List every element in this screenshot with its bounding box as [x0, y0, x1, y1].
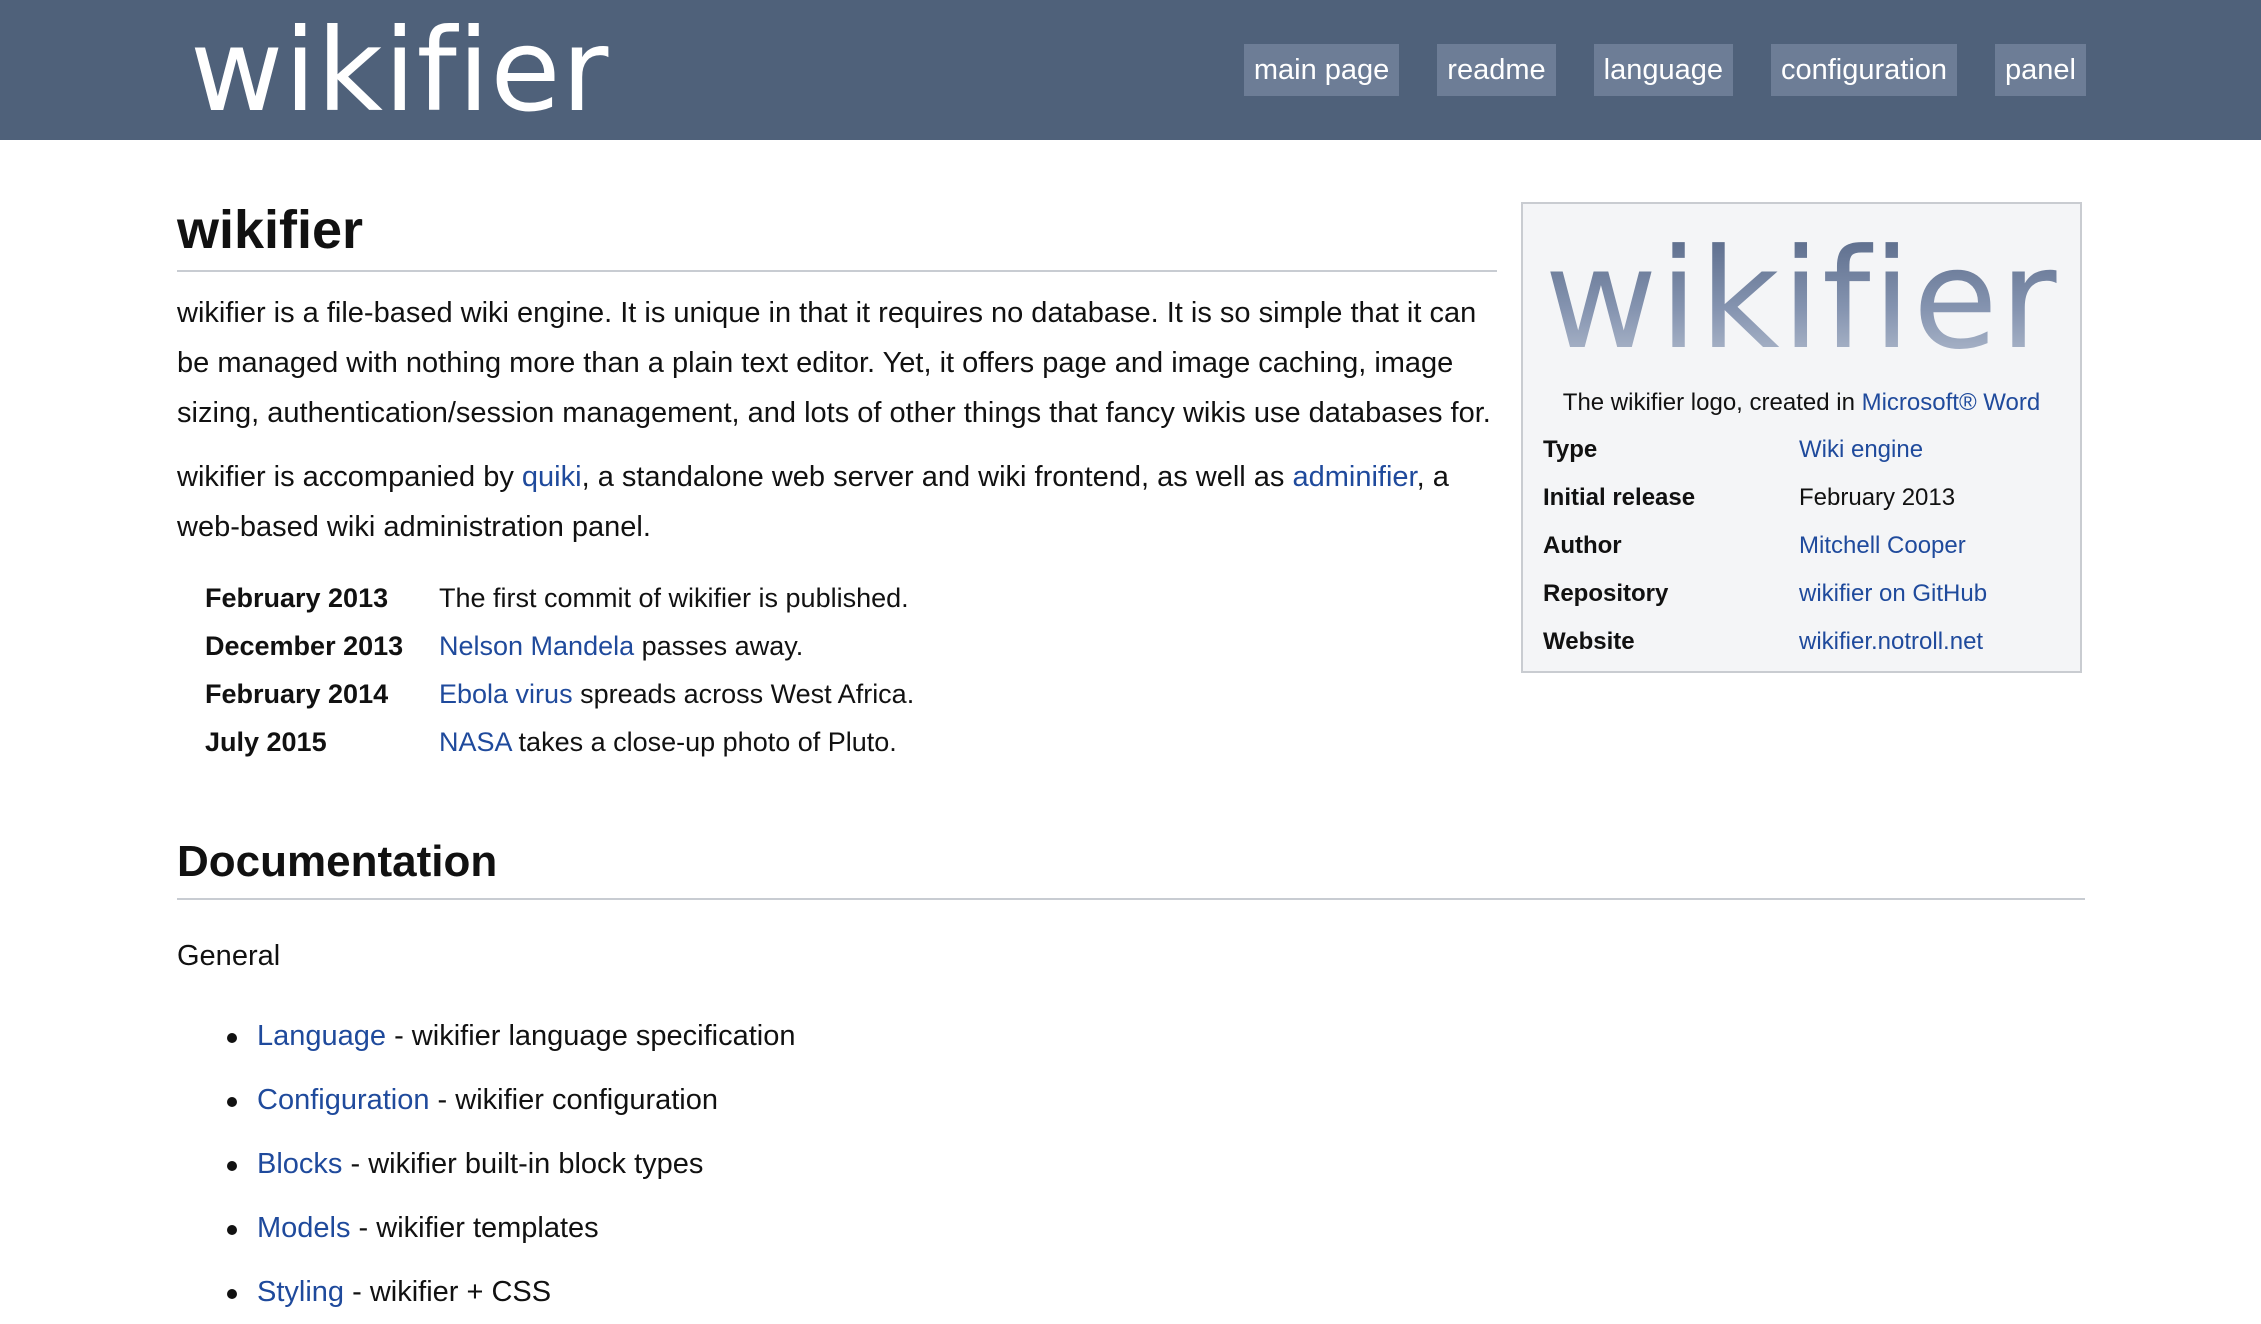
- timeline-text: passes away.: [634, 631, 804, 661]
- section-title: Documentation: [177, 826, 2085, 900]
- infobox-value: Mitchell Cooper: [1799, 522, 1987, 570]
- documentation-list: Language - wikifier language specificati…: [177, 1004, 2085, 1324]
- infobox-logo-image: wikifier: [1523, 210, 2080, 390]
- infobox-row-website: Website wikifier.notroll.net: [1543, 618, 1987, 666]
- timeline-text: The first commit of wikifier is publishe…: [439, 583, 909, 613]
- list-item: Models - wikifier templates: [227, 1196, 2085, 1260]
- timeline-date: February 2013: [205, 583, 389, 613]
- timeline-row: July 2015 NASA takes a close-up photo of…: [205, 718, 914, 766]
- timeline-row: February 2014 Ebola virus spreads across…: [205, 670, 914, 718]
- author-link[interactable]: Mitchell Cooper: [1799, 532, 1966, 559]
- repository-link[interactable]: wikifier on GitHub: [1799, 580, 1987, 607]
- infobox-table: Type Wiki engine Initial release Februar…: [1543, 426, 1987, 666]
- list-item: Configuration - wikifier configuration: [227, 1068, 2085, 1132]
- infobox-key: Author: [1543, 532, 1622, 559]
- infobox-key: Repository: [1543, 580, 1669, 607]
- nasa-link[interactable]: NASA: [439, 727, 511, 757]
- timeline-event: The first commit of wikifier is publishe…: [439, 574, 914, 622]
- list-item: Language - wikifier language specificati…: [227, 1004, 2085, 1068]
- models-doc-link[interactable]: Models: [257, 1212, 351, 1244]
- page-title: wikifier: [177, 190, 1497, 272]
- subheading-general: General: [177, 940, 281, 972]
- nav-language[interactable]: language: [1593, 44, 1733, 96]
- documentation-section: Documentation General Language - wikifie…: [177, 826, 2085, 1324]
- infobox-row-type: Type Wiki engine: [1543, 426, 1987, 474]
- infobox-row-initial-release: Initial release February 2013: [1543, 474, 1987, 522]
- caption-text: The wikifier logo, created in: [1562, 389, 1862, 416]
- article-content: wikifier wikifier is a file-based wiki e…: [177, 190, 1497, 766]
- item-desc: - wikifier built-in block types: [342, 1148, 704, 1180]
- site-logo[interactable]: wikifier: [190, 6, 609, 136]
- timeline-date: December 2013: [205, 631, 404, 661]
- timeline-date: February 2014: [205, 679, 389, 709]
- infobox-value: February 2013: [1799, 484, 1956, 511]
- para-text: wikifier is accompanied by: [177, 461, 522, 493]
- microsoft-word-link[interactable]: Microsoft® Word: [1862, 389, 2041, 416]
- language-doc-link[interactable]: Language: [257, 1020, 386, 1052]
- infobox-row-repository: Repository wikifier on GitHub: [1543, 570, 1987, 618]
- timeline-event: Nelson Mandela passes away.: [439, 622, 914, 670]
- timeline-date: July 2015: [205, 727, 327, 757]
- accompanied-paragraph: wikifier is accompanied by quiki, a stan…: [177, 452, 1497, 552]
- infobox-key: Initial release: [1543, 484, 1696, 511]
- infobox-caption: The wikifier logo, created in Microsoft®…: [1523, 378, 2080, 428]
- nav-configuration[interactable]: configuration: [1770, 44, 1958, 96]
- item-desc: - wikifier templates: [350, 1212, 599, 1244]
- adminifier-link[interactable]: adminifier: [1292, 461, 1416, 493]
- timeline-event: Ebola virus spreads across West Africa.: [439, 670, 914, 718]
- timeline-row: February 2013 The first commit of wikifi…: [205, 574, 914, 622]
- timeline-text: spreads across West Africa.: [572, 679, 915, 709]
- timeline-text: takes a close-up photo of Pluto.: [511, 727, 897, 757]
- nav-readme[interactable]: readme: [1437, 44, 1556, 96]
- nav-main-page[interactable]: main page: [1243, 44, 1400, 96]
- wiki-engine-link[interactable]: Wiki engine: [1799, 436, 1923, 463]
- infobox-key: Website: [1543, 628, 1635, 655]
- infobox: wikifier The wikifier logo, created in M…: [1521, 202, 2082, 673]
- item-desc: - wikifier + CSS: [344, 1276, 552, 1308]
- infobox-value: wikifier on GitHub: [1799, 570, 1987, 618]
- list-item: Blocks - wikifier built-in block types: [227, 1132, 2085, 1196]
- infobox-value: Wiki engine: [1799, 426, 1987, 474]
- history-timeline: February 2013 The first commit of wikifi…: [205, 574, 914, 766]
- website-link[interactable]: wikifier.notroll.net: [1799, 628, 1983, 655]
- infobox-row-author: Author Mitchell Cooper: [1543, 522, 1987, 570]
- quiki-link[interactable]: quiki: [522, 461, 582, 493]
- main-nav: main page readme language configuration …: [1243, 44, 2086, 96]
- item-desc: - wikifier language specification: [386, 1020, 796, 1052]
- infobox-key: Type: [1543, 436, 1598, 463]
- styling-doc-link[interactable]: Styling: [257, 1276, 344, 1308]
- top-navigation-bar: wikifier main page readme language confi…: [0, 0, 2261, 140]
- timeline-event: NASA takes a close-up photo of Pluto.: [439, 718, 914, 766]
- list-item: Styling - wikifier + CSS: [227, 1260, 2085, 1324]
- blocks-doc-link[interactable]: Blocks: [257, 1148, 342, 1180]
- para-text: , a standalone web server and wiki front…: [581, 461, 1293, 493]
- item-desc: - wikifier configuration: [429, 1084, 718, 1116]
- nav-panel[interactable]: panel: [1995, 44, 2086, 96]
- intro-paragraph: wikifier is a file-based wiki engine. It…: [177, 297, 1491, 429]
- ebola-virus-link[interactable]: Ebola virus: [439, 679, 573, 709]
- timeline-row: December 2013 Nelson Mandela passes away…: [205, 622, 914, 670]
- infobox-value: wikifier.notroll.net: [1799, 618, 1987, 666]
- nelson-mandela-link[interactable]: Nelson Mandela: [439, 631, 634, 661]
- configuration-doc-link[interactable]: Configuration: [257, 1084, 430, 1116]
